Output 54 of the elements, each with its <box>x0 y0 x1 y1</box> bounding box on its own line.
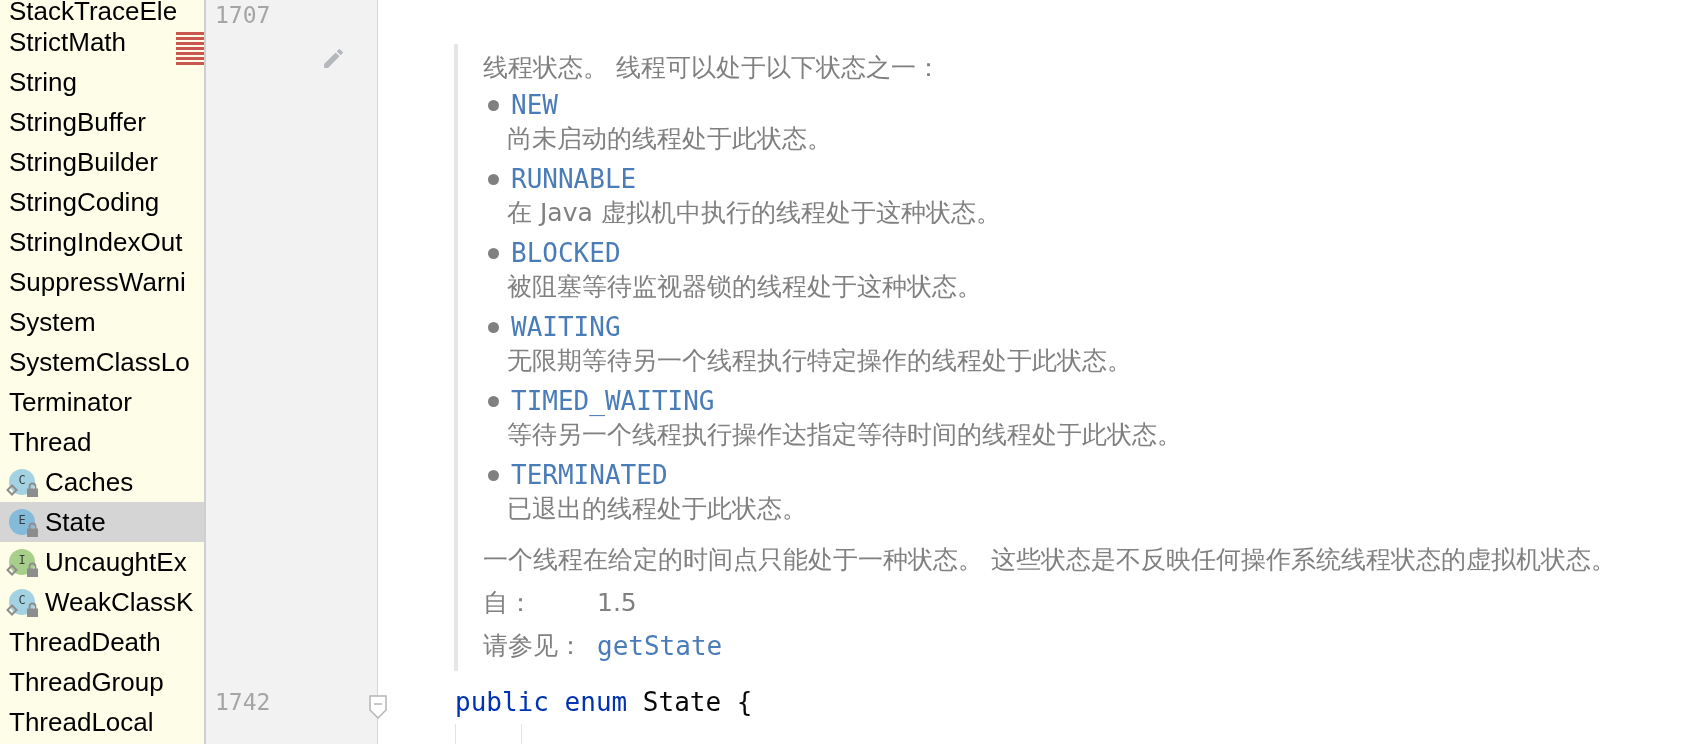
state-link[interactable]: TIMED_WAITING <box>511 384 715 418</box>
enum-icon: E <box>9 509 35 535</box>
state-description: 尚未启动的线程处于此状态。 <box>506 123 833 155</box>
tree-item[interactable]: StackTraceEle <box>0 0 182 22</box>
tree-item[interactable]: Terminator <box>0 382 136 422</box>
bullet-icon <box>488 247 499 259</box>
tree-item[interactable]: SystemClassLo <box>0 342 194 382</box>
pencil-icon[interactable] <box>321 46 346 71</box>
tree-item[interactable]: ThreadLocal <box>0 702 158 742</box>
tree-item[interactable]: String <box>0 62 81 102</box>
state-link[interactable]: NEW <box>511 88 558 122</box>
tag-label: 请参见： <box>483 630 584 662</box>
lock-icon <box>27 562 38 577</box>
state-link[interactable]: BLOCKED <box>511 236 621 270</box>
bullet-icon <box>488 395 499 407</box>
doc-paragraph: 一个线程在给定的时间点只能处于一种状态。 这些状态是不反映任何操作系统线程状态的虚拟机状态。 <box>483 544 1617 576</box>
striped-marker-icon <box>176 32 204 66</box>
bullet-icon <box>488 469 499 481</box>
code-line: public enum State { <box>454 686 754 719</box>
tree-item[interactable]: StrictMath <box>0 22 131 62</box>
state-link[interactable]: RUNNABLE <box>511 162 637 196</box>
bullet-icon <box>488 99 499 111</box>
tree-item[interactable]: StringIndexOut <box>0 222 187 262</box>
line-number: 1742 <box>214 688 272 717</box>
state-description: 被阻塞等待监视器锁的线程处于这种状态。 <box>506 271 983 303</box>
state-description: 等待另一个线程执行操作达指定等待时间的线程处于此状态。 <box>506 419 1183 451</box>
bullet-icon <box>488 173 499 185</box>
doc-intro-text: 线程状态。 线程可以处于以下状态之一： <box>483 52 942 84</box>
lock-icon <box>27 522 38 537</box>
see-also-link[interactable]: getState <box>597 629 723 663</box>
tree-item[interactable]: StringCoding <box>0 182 164 222</box>
tree-item[interactable]: ThreadDeath <box>0 622 165 662</box>
state-description: 在 Java 虚拟机中执行的线程处于这种状态。 <box>506 197 1002 229</box>
state-link[interactable]: TERMINATED <box>511 458 668 492</box>
lock-icon <box>27 602 38 617</box>
tree-item[interactable]: SuppressWarni <box>0 262 190 302</box>
tree-item[interactable]: StringBuffer <box>0 102 150 142</box>
tree-item[interactable]: E State <box>0 502 204 542</box>
since-value: 1.5 <box>597 587 638 619</box>
lock-icon <box>27 482 38 497</box>
tree-item[interactable]: StringBuilder <box>0 142 162 182</box>
tree-item[interactable]: ThreadGroup <box>0 662 168 702</box>
tree-item[interactable]: C Caches <box>0 462 138 502</box>
line-number: 1707 <box>214 1 272 30</box>
tree-item[interactable]: Thread <box>0 422 96 462</box>
state-description: 已退出的线程处于此状态。 <box>506 493 808 525</box>
bullet-icon <box>488 321 499 333</box>
tree-item[interactable]: I UncaughtEx <box>0 542 191 582</box>
state-description: 无限期等待另一个线程执行特定操作的线程处于此状态。 <box>506 345 1133 377</box>
state-link[interactable]: WAITING <box>511 310 621 344</box>
tree-item[interactable]: C WeakClassK <box>0 582 198 622</box>
tag-label: 自： <box>483 587 534 619</box>
fold-icon[interactable] <box>369 695 387 719</box>
tree-item[interactable]: System <box>0 302 100 342</box>
